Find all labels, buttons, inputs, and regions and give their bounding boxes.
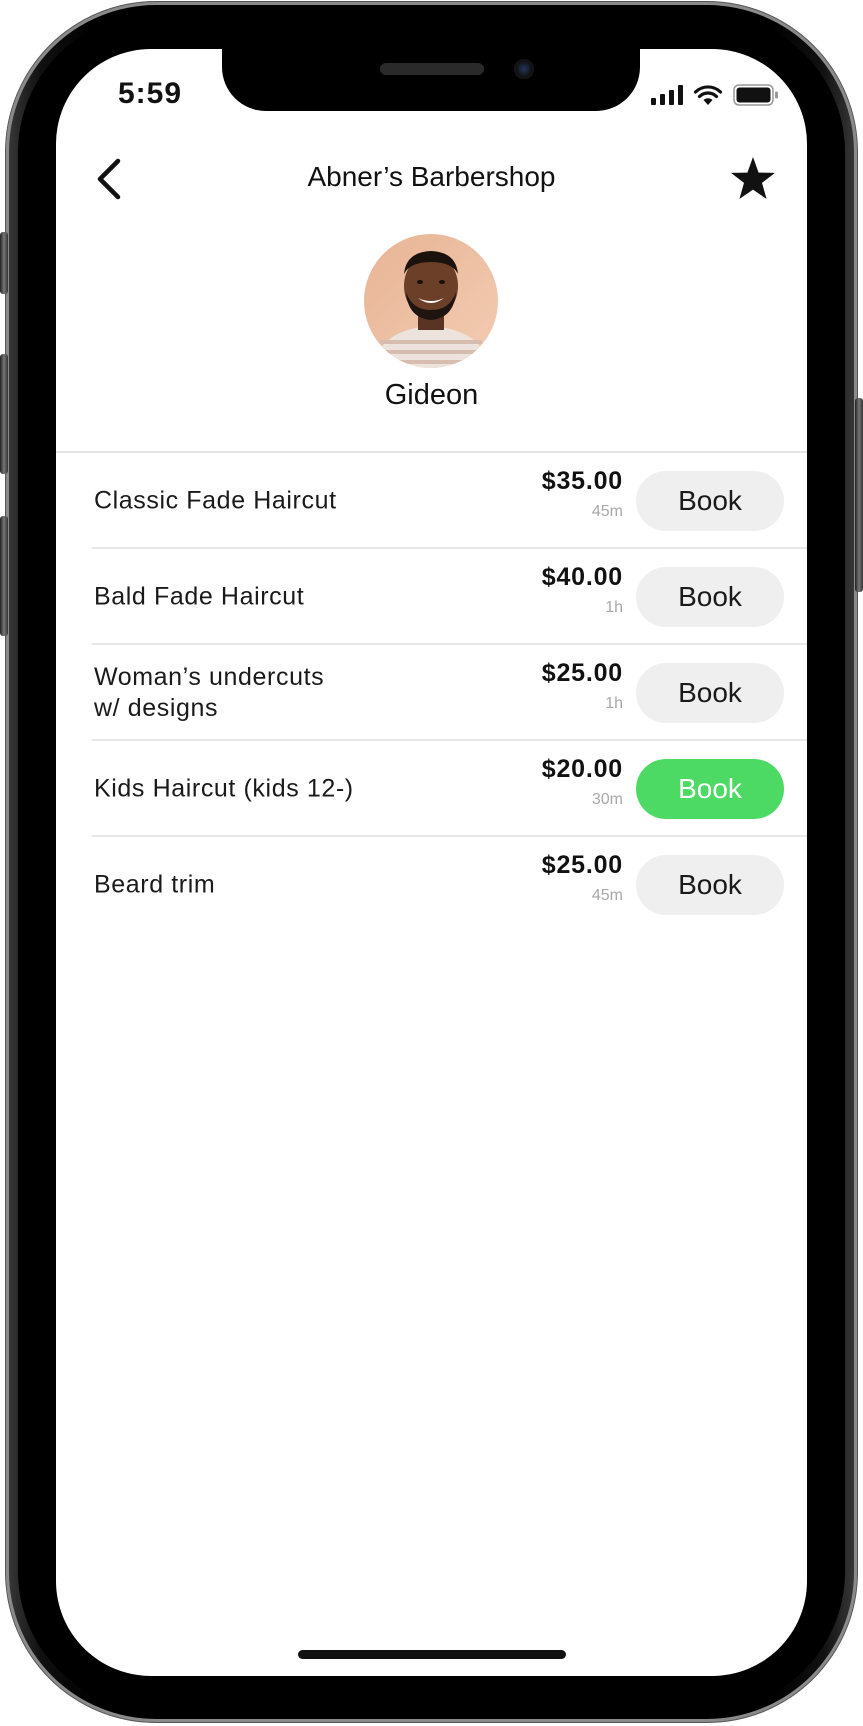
notch [222,49,640,111]
service-price: $35.00 [541,467,623,495]
service-row: Kids Haircut (kids 12-) $20.00 30m Book [56,741,807,837]
service-name: Kids Haircut (kids 12-) [94,774,354,803]
volume-up-button [0,354,8,474]
service-name: Woman’s undercuts w/ designs [94,663,325,722]
book-button[interactable]: Book [636,471,784,531]
volume-down-button [0,516,8,636]
service-row: Beard trim $25.00 45m Book [56,837,807,933]
service-name: Classic Fade Haircut [94,486,337,515]
book-button[interactable]: Book [636,855,784,915]
star-icon [731,157,775,199]
book-button[interactable]: Book [636,663,784,723]
app-screen: 5:59 Abner’s Barbershop Gideon Classic F… [56,49,807,1676]
front-camera [514,59,534,79]
service-price: $20.00 [541,755,623,783]
avatar [364,234,498,368]
silent-switch [0,232,8,294]
battery-icon [733,84,778,106]
book-button-selected[interactable]: Book [636,759,784,819]
service-row: Woman’s undercuts w/ designs $25.00 1h B… [56,645,807,741]
service-duration: 45m [591,887,623,904]
service-price: $25.00 [541,659,623,687]
book-button[interactable]: Book [636,567,784,627]
favorite-button[interactable] [729,155,777,203]
status-icons [651,84,779,106]
service-row: Bald Fade Haircut $40.00 1h Book [56,549,807,645]
service-name: Bald Fade Haircut [94,582,305,611]
service-duration: 1h [605,695,623,712]
home-indicator[interactable] [298,1650,566,1659]
speaker-grille [380,63,484,75]
service-duration: 45m [591,503,623,520]
wifi-icon [693,85,723,105]
cellular-signal-icon [651,85,683,105]
page-title: Abner’s Barbershop [307,161,556,192]
service-price: $25.00 [541,851,623,879]
service-name: Beard trim [94,870,216,899]
barber-name: Gideon [384,379,479,411]
navigation-header: Abner’s Barbershop [56,139,807,211]
service-duration: 30m [591,791,623,808]
service-row: Classic Fade Haircut $35.00 45m Book [56,453,807,549]
service-duration: 1h [605,599,623,616]
power-button [855,398,863,592]
service-price: $40.00 [541,563,623,591]
services-list: Classic Fade Haircut $35.00 45m Book Bal… [56,453,807,933]
status-time: 5:59 [118,77,183,110]
